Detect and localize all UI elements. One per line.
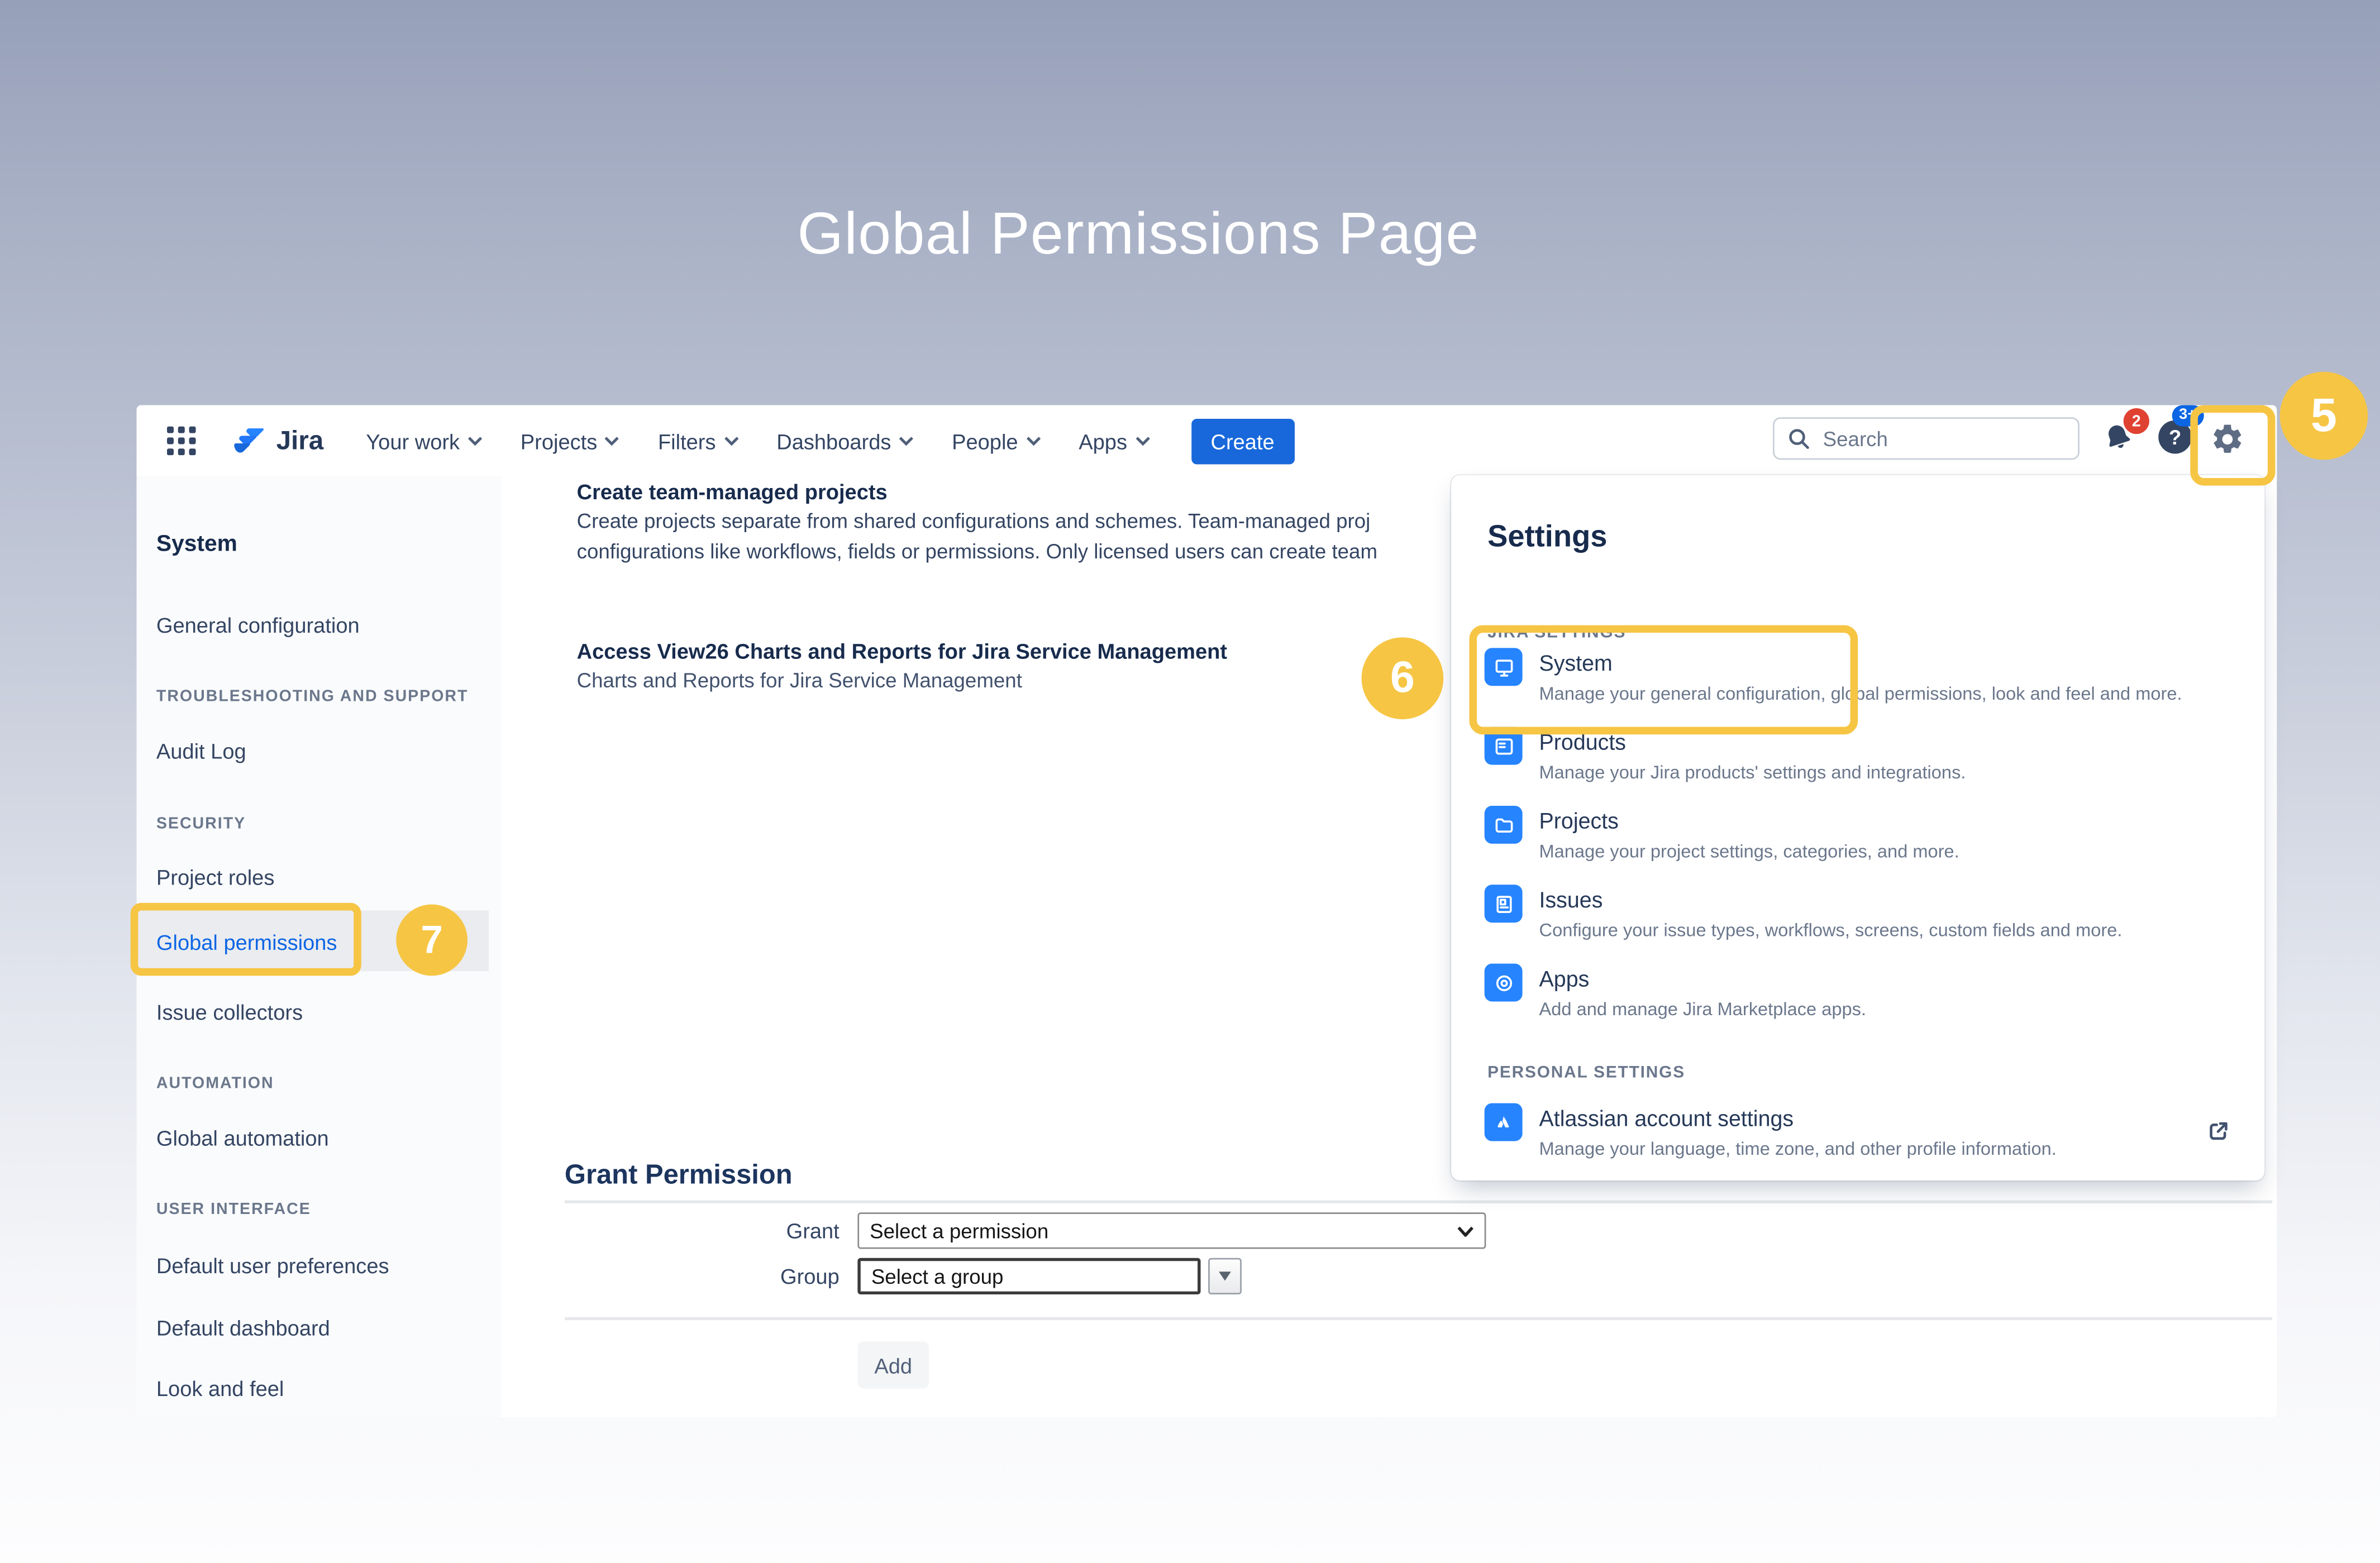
- grant-permission-select[interactable]: Select a permission: [857, 1212, 1486, 1249]
- add-button[interactable]: Add: [857, 1341, 929, 1388]
- grid-icon: [166, 427, 195, 456]
- settings-sidebar: System General configuration TROUBLESHOO…: [137, 476, 503, 1417]
- sidebar-item-global-automation[interactable]: Global automation: [156, 1126, 329, 1150]
- sidebar-item-default-user-preferences[interactable]: Default user preferences: [156, 1254, 389, 1278]
- menu-item-issues-desc: Configure your issue types, workflows, s…: [1539, 920, 2123, 941]
- page-title: Global Permissions Page: [0, 202, 2277, 269]
- annotation-circle-7: 7: [396, 905, 468, 976]
- sidebar-item-project-roles[interactable]: Project roles: [156, 865, 274, 889]
- sidebar-header-troubleshooting: TROUBLESHOOTING AND SUPPORT: [156, 687, 469, 706]
- sidebar-item-global-permissions[interactable]: Global permissions: [156, 930, 337, 954]
- jira-app-window: Jira Your work Projects Filters Dashboar…: [137, 405, 2277, 1418]
- gear-icon: [2209, 421, 2244, 456]
- permission-desc-view26: Charts and Reports for Jira Service Mana…: [577, 669, 1022, 692]
- menu-item-apps[interactable]: Apps: [1539, 968, 1590, 992]
- group-select-dropdown-button[interactable]: [1208, 1258, 1242, 1294]
- apps-target-icon: [1485, 964, 1523, 1002]
- sidebar-item-look-and-feel[interactable]: Look and feel: [156, 1376, 284, 1401]
- nav-item-your-work[interactable]: Your work: [357, 423, 492, 459]
- permission-title-view26: Access View26 Charts and Reports for Jir…: [577, 639, 1227, 663]
- sidebar-item-audit-log[interactable]: Audit Log: [156, 739, 246, 763]
- notifications-button[interactable]: 2: [2098, 417, 2138, 457]
- menu-item-projects[interactable]: Projects: [1539, 810, 1619, 834]
- atlassian-logo-icon: [1485, 1103, 1523, 1141]
- system-monitor-icon: [1485, 648, 1523, 686]
- issues-checklist-icon: [1485, 885, 1523, 922]
- menu-item-system[interactable]: System: [1539, 653, 1613, 677]
- nav-item-filters[interactable]: Filters: [649, 423, 748, 459]
- navbar-left: Jira Your work Projects Filters Dashboar…: [137, 418, 1294, 464]
- menu-item-apps-desc: Add and manage Jira Marketplace apps.: [1539, 998, 1867, 1020]
- sidebar-item-default-dashboard[interactable]: Default dashboard: [156, 1316, 330, 1340]
- products-card-icon: [1485, 727, 1523, 765]
- nav-item-dashboards[interactable]: Dashboards: [767, 423, 923, 459]
- jira-logo-text: Jira: [276, 425, 324, 457]
- app-switcher-icon[interactable]: [161, 421, 201, 461]
- menu-item-projects-desc: Manage your project settings, categories…: [1539, 840, 1959, 862]
- search-input[interactable]: [1820, 426, 2053, 451]
- search-icon: [1788, 428, 1809, 449]
- permission-desc-line2: configurations like workflows, fields or…: [577, 540, 1377, 563]
- jira-mark-icon: [233, 424, 267, 458]
- jira-logo[interactable]: Jira: [233, 424, 323, 458]
- annotation-circle-6: 6: [1362, 637, 1444, 719]
- menu-item-atlassian-account-desc: Manage your language, time zone, and oth…: [1539, 1138, 2057, 1159]
- top-navbar: Jira Your work Projects Filters Dashboar…: [137, 405, 2277, 478]
- annotation-circle-5: 5: [2280, 372, 2368, 460]
- nav-item-projects[interactable]: Projects: [511, 423, 629, 459]
- divider: [565, 1201, 2272, 1203]
- sidebar-header-security: SECURITY: [156, 815, 246, 833]
- chevron-down-icon: [1135, 436, 1150, 446]
- external-link-icon[interactable]: [2204, 1117, 2231, 1144]
- sidebar-header-user-interface: USER INTERFACE: [156, 1201, 311, 1219]
- settings-panel-title: Settings: [1487, 520, 1607, 556]
- group-select[interactable]: Select a group: [857, 1258, 1200, 1294]
- permission-desc-line1: Create projects separate from shared con…: [577, 510, 1371, 533]
- menu-item-issues[interactable]: Issues: [1539, 889, 1603, 913]
- search-box[interactable]: [1773, 417, 2079, 460]
- grant-field-label: Grant: [554, 1218, 840, 1242]
- sidebar-header-automation: AUTOMATION: [156, 1074, 274, 1093]
- personal-settings-header: PERSONAL SETTINGS: [1487, 1064, 1685, 1082]
- create-button[interactable]: Create: [1191, 418, 1294, 464]
- sidebar-item-issue-collectors[interactable]: Issue collectors: [156, 1000, 303, 1024]
- chevron-down-icon: [605, 436, 620, 446]
- sidebar-item-general-configuration[interactable]: General configuration: [156, 613, 360, 637]
- screenshot-stage: Global Permissions Page: [0, 0, 2380, 1563]
- permission-title-team-managed: Create team-managed projects: [577, 480, 888, 504]
- chevron-down-icon: [1026, 436, 1041, 446]
- chevron-down-icon: [723, 436, 738, 446]
- menu-item-atlassian-account[interactable]: Atlassian account settings: [1539, 1108, 1794, 1132]
- chevron-down-icon: [899, 436, 914, 446]
- grant-permission-heading: Grant Permission: [565, 1159, 793, 1191]
- nav-item-apps[interactable]: Apps: [1070, 423, 1159, 459]
- menu-item-products[interactable]: Products: [1539, 732, 1627, 756]
- help-button[interactable]: ? 3+: [2155, 417, 2195, 457]
- sidebar-title: System: [156, 531, 237, 557]
- menu-item-system-desc: Manage your general configuration, globa…: [1539, 683, 2182, 704]
- projects-folder-icon: [1485, 806, 1523, 844]
- notifications-count-badge: 2: [2124, 408, 2149, 434]
- select-chevron-icon: [1457, 1225, 1474, 1236]
- triangle-down-icon: [1219, 1272, 1231, 1280]
- help-count-badge: 3+: [2172, 405, 2204, 426]
- jira-settings-header: JIRA SETTINGS: [1487, 624, 1626, 642]
- settings-dropdown-panel: Settings JIRA SETTINGS System Manage you…: [1451, 475, 2265, 1181]
- divider: [565, 1317, 2272, 1320]
- nav-item-people[interactable]: People: [943, 423, 1050, 459]
- group-field-label: Group: [554, 1264, 840, 1288]
- chevron-down-icon: [468, 436, 483, 446]
- settings-gear-button[interactable]: [2204, 416, 2250, 462]
- menu-item-products-desc: Manage your Jira products' settings and …: [1539, 762, 1966, 783]
